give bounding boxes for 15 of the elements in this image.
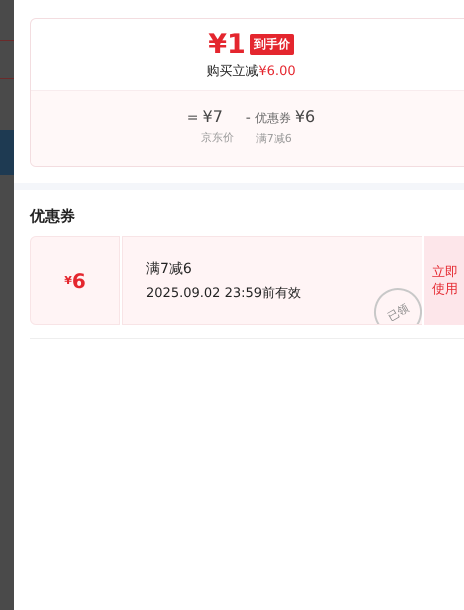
- final-price: ¥1: [208, 30, 246, 60]
- operator: -: [246, 110, 251, 126]
- final-price-badge: 到手价: [250, 34, 294, 55]
- coupon-validity: 2025.09.02 23:59前有效: [146, 284, 302, 302]
- use-now-button[interactable]: 立即使用: [424, 236, 464, 325]
- coupon-amount: ¥6: [30, 236, 120, 325]
- breakdown-caption: 满7减6: [254, 131, 293, 146]
- breakdown-label: 优惠券: [254, 110, 291, 127]
- breakdown-amount: ¥6: [294, 107, 316, 126]
- coupon-name: 满7减6: [146, 260, 193, 278]
- operator: =: [186, 110, 199, 126]
- breakdown-amount: ¥7: [202, 107, 223, 126]
- saving-text: 购买立减¥6.00: [206, 62, 296, 80]
- section-title: 优惠券: [30, 207, 76, 226]
- breakdown-caption: 京东价: [200, 130, 234, 145]
